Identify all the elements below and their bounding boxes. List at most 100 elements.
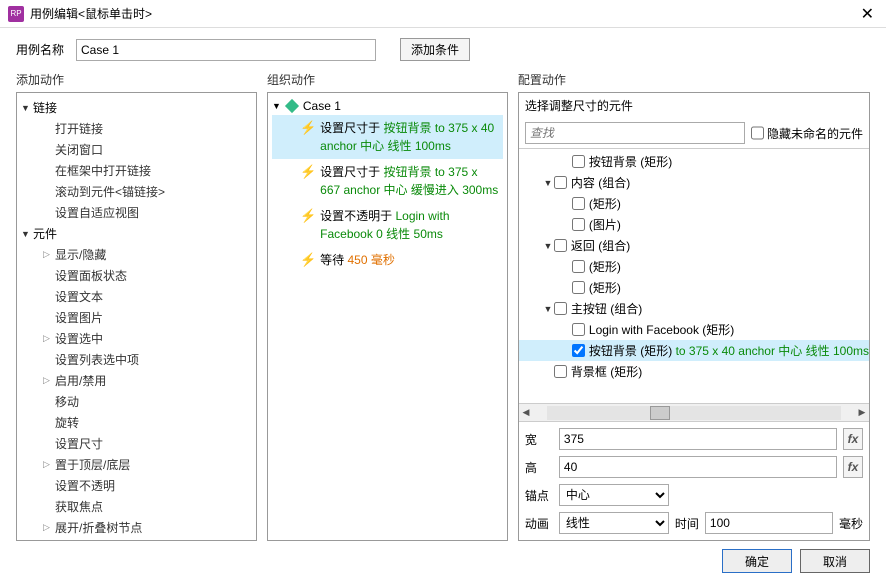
hide-unnamed-checkbox[interactable]: 隐藏未命名的元件	[751, 122, 863, 144]
case-diamond-icon	[285, 99, 299, 113]
tree-item-label: 设置图片	[55, 309, 103, 326]
widget-checkbox[interactable]	[572, 218, 585, 231]
widget-checkbox[interactable]	[554, 365, 567, 378]
expand-icon	[543, 178, 553, 188]
tree-item-label: 获取焦点	[55, 498, 103, 515]
widget-label: 按钮背景 (矩形)	[589, 153, 672, 170]
case-header[interactable]: ▼ Case 1	[272, 97, 503, 115]
close-icon[interactable]: ✕	[857, 4, 878, 24]
tree-item[interactable]: 显示/隐藏	[43, 244, 252, 265]
case-actions-panel: ▼ Case 1 ⚡设置尺寸于 按钮背景 to 375 x 40 anchor 中心…	[268, 93, 507, 277]
add-action-column: 添加动作 链接打开链接关闭窗口在框架中打开链接滚动到元件<锚链接>设置自适应视图…	[16, 71, 257, 541]
widget-label: (矩形)	[589, 195, 621, 212]
widget-checkbox[interactable]	[572, 323, 585, 336]
horizontal-scrollbar[interactable]: ◀ ▶	[519, 403, 869, 421]
tree-item[interactable]: 设置文本	[43, 286, 252, 307]
case-name-input[interactable]	[76, 39, 376, 61]
time-label: 时间	[675, 515, 699, 532]
action-row[interactable]: ⚡设置尺寸于 按钮背景 to 375 x 667 anchor 中心 缓慢进入 …	[272, 159, 503, 203]
lightning-icon: ⚡	[300, 252, 316, 268]
widget-checkbox[interactable]	[554, 302, 567, 315]
width-fx-button[interactable]: fx	[843, 428, 863, 450]
scroll-left-arrow-icon[interactable]: ◀	[519, 407, 533, 418]
scroll-right-arrow-icon[interactable]: ▶	[855, 407, 869, 418]
widget-label: 返回 (组合)	[571, 237, 630, 254]
anim-select[interactable]: 线性	[559, 512, 669, 534]
triangle-icon	[21, 103, 31, 113]
expand-icon	[43, 249, 53, 260]
scroll-track[interactable]	[547, 406, 841, 420]
height-input[interactable]	[559, 456, 837, 478]
widget-row[interactable]: 返回 (组合)	[519, 235, 869, 256]
tree-item[interactable]: 设置自适应视图	[43, 202, 252, 223]
widget-row[interactable]: 主按钮 (组合)	[519, 298, 869, 319]
scroll-thumb[interactable]	[650, 406, 670, 420]
tree-item[interactable]: 置于顶层/底层	[43, 454, 252, 475]
cancel-button[interactable]: 取消	[800, 549, 870, 573]
widget-row[interactable]: 按钮背景 (矩形) to 375 x 40 anchor 中心 线性 100ms	[519, 340, 869, 361]
time-input[interactable]	[705, 512, 833, 534]
tree-item[interactable]: 旋转	[43, 412, 252, 433]
tree-item[interactable]: 设置尺寸	[43, 433, 252, 454]
widget-row[interactable]: (矩形)	[519, 277, 869, 298]
tree-item-label: 置于顶层/底层	[55, 456, 130, 473]
widget-row[interactable]: (矩形)	[519, 193, 869, 214]
window-title: 用例编辑<鼠标单击时>	[30, 5, 857, 22]
widget-row[interactable]: 背景框 (矩形)	[519, 361, 869, 382]
tree-category[interactable]: 链接	[21, 97, 252, 118]
config-form: 宽 fx 高 fx 锚点 中心 动画 线性 时间	[519, 421, 869, 540]
tree-item-label: 移动	[55, 393, 79, 410]
tree-item-label: 设置自适应视图	[55, 204, 139, 221]
widget-checkbox[interactable]	[572, 344, 585, 357]
category-label: 元件	[33, 225, 57, 242]
widget-row[interactable]: (矩形)	[519, 256, 869, 277]
add-condition-button[interactable]: 添加条件	[400, 38, 470, 61]
tree-item[interactable]: 启用/禁用	[43, 370, 252, 391]
anchor-label: 锚点	[525, 487, 553, 504]
widget-checkbox[interactable]	[572, 197, 585, 210]
expand-icon	[43, 522, 53, 533]
action-row[interactable]: ⚡等待 450 毫秒	[272, 247, 503, 273]
tree-item[interactable]: 在框架中打开链接	[43, 160, 252, 181]
widget-checkbox[interactable]	[572, 281, 585, 294]
tree-item[interactable]: 打开链接	[43, 118, 252, 139]
widget-row[interactable]: (图片)	[519, 214, 869, 235]
widget-row[interactable]: 按钮背景 (矩形)	[519, 151, 869, 172]
widget-checkbox[interactable]	[554, 176, 567, 189]
tree-item[interactable]: 设置图片	[43, 307, 252, 328]
anchor-select[interactable]: 中心	[559, 484, 669, 506]
widget-tree[interactable]: 按钮背景 (矩形) 内容 (组合) (矩形) (图片) 返回 (组合) (矩形) (矩形) 主…	[519, 148, 869, 403]
ok-button[interactable]: 确定	[722, 549, 792, 573]
tree-item[interactable]: 移动	[43, 391, 252, 412]
tree-item[interactable]: 设置面板状态	[43, 265, 252, 286]
expand-icon	[43, 333, 53, 344]
tree-category[interactable]: 元件	[21, 223, 252, 244]
action-tree[interactable]: 链接打开链接关闭窗口在框架中打开链接滚动到元件<锚链接> 设置自适应视图元件显示/…	[17, 93, 256, 540]
tree-item[interactable]: 展开/折叠树节点	[43, 517, 252, 538]
width-input[interactable]	[559, 428, 837, 450]
triangle-icon: ▼	[272, 101, 281, 111]
tree-item[interactable]: 滚动到元件<锚链接>	[43, 181, 252, 202]
tree-item-label: 显示/隐藏	[55, 246, 106, 263]
tree-item[interactable]: 设置选中	[43, 328, 252, 349]
widget-label: (矩形)	[589, 279, 621, 296]
widget-label: (图片)	[589, 216, 621, 233]
widget-checkbox[interactable]	[572, 155, 585, 168]
action-row[interactable]: ⚡设置尺寸于 按钮背景 to 375 x 40 anchor 中心 线性 100…	[272, 115, 503, 159]
tree-item[interactable]: 设置不透明	[43, 475, 252, 496]
hide-unnamed-cb[interactable]	[751, 122, 764, 144]
category-label: 链接	[33, 99, 57, 116]
case-label: Case 1	[303, 99, 341, 113]
height-fx-button[interactable]: fx	[843, 456, 863, 478]
widget-row[interactable]: Login with Facebook (矩形)	[519, 319, 869, 340]
widget-checkbox[interactable]	[572, 260, 585, 273]
tree-item[interactable]: 设置列表选中项	[43, 349, 252, 370]
action-row[interactable]: ⚡设置不透明于 Login with Facebook 0 线性 50ms	[272, 203, 503, 247]
widget-checkbox[interactable]	[554, 239, 567, 252]
hide-unnamed-label: 隐藏未命名的元件	[767, 125, 863, 142]
tree-item[interactable]: 关闭窗口	[43, 139, 252, 160]
search-input[interactable]	[525, 122, 745, 144]
height-label: 高	[525, 459, 553, 476]
tree-item[interactable]: 获取焦点	[43, 496, 252, 517]
widget-row[interactable]: 内容 (组合)	[519, 172, 869, 193]
